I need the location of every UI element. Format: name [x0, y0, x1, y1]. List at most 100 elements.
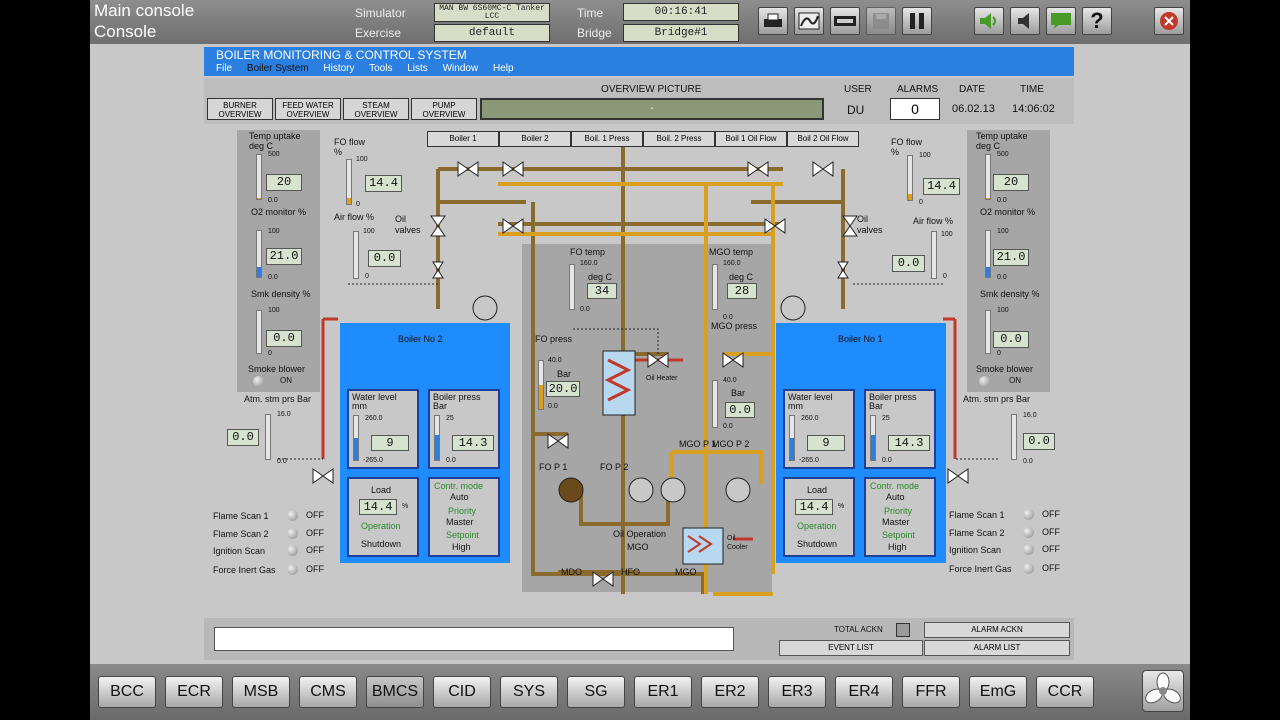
menu-file[interactable]: File	[216, 63, 232, 74]
right-temp-uptake-label: Temp uptake deg C	[976, 131, 1028, 151]
right-atm-value: 0.0	[1023, 433, 1055, 450]
tab-boiler-2-press[interactable]: Boil. 2 Press	[643, 131, 715, 147]
left-smk-value: 0.0	[266, 330, 302, 347]
left-air-flow-min: 0	[365, 273, 369, 280]
boiler-2-contr-value: Auto	[450, 492, 469, 502]
nav-ecr[interactable]: ECR	[165, 676, 223, 708]
feed-water-overview-button[interactable]: FEED WATER OVERVIEW	[275, 98, 341, 120]
nav-emg[interactable]: EmG	[969, 676, 1027, 708]
right-air-flow-label: Air flow %	[913, 216, 954, 226]
left-atm-bar	[265, 414, 271, 460]
display-button[interactable]	[830, 7, 860, 35]
nav-er4[interactable]: ER4	[835, 676, 893, 708]
pause-button[interactable]	[902, 7, 932, 35]
time-label: Time	[577, 6, 604, 20]
nav-er1[interactable]: ER1	[634, 676, 692, 708]
sound-on-button[interactable]	[974, 7, 1004, 35]
mute-button[interactable]	[1010, 7, 1040, 35]
nav-er2[interactable]: ER2	[701, 676, 759, 708]
boiler-2-contr-label: Contr. mode	[434, 481, 484, 491]
left-force-inert-gas-indicator	[287, 564, 298, 575]
alarm-ackn-button[interactable]: ALARM ACKN	[924, 622, 1070, 638]
boiler-2-operation-label: Operation	[361, 521, 401, 531]
exercise-label: Exercise	[355, 26, 402, 40]
close-button[interactable]	[1154, 7, 1184, 35]
nav-er3[interactable]: ER3	[768, 676, 826, 708]
nav-msb[interactable]: MSB	[232, 676, 290, 708]
system-title-bar: BOILER MONITORING & CONTROL SYSTEM	[204, 47, 1074, 63]
menu-boiler-system[interactable]: Boiler System	[247, 63, 309, 74]
pump-overview-button[interactable]: PUMP OVERVIEW	[411, 98, 477, 120]
boiler-1-water-level: Water level mm 260.0 9 -265.0	[783, 389, 855, 469]
fo-press-min: 0.0	[548, 403, 558, 410]
boiler-2-water-level: Water level mm 260.0 9 -265.0	[347, 389, 419, 469]
right-force-inert-gas-indicator	[1023, 563, 1034, 574]
nav-ccr[interactable]: CCR	[1036, 676, 1094, 708]
alarm-list-button[interactable]: ALARM LIST	[924, 640, 1070, 656]
menu-help[interactable]: Help	[493, 63, 514, 74]
boiler-1-priority-label: Priority	[884, 506, 913, 516]
left-smk-label: Smk density %	[251, 289, 311, 299]
nav-sys[interactable]: SYS	[500, 676, 558, 708]
left-force-inert-gas-label: Force Inert Gas	[213, 565, 276, 575]
nav-sg[interactable]: SG	[567, 676, 625, 708]
menu-window[interactable]: Window	[443, 63, 479, 74]
right-fo-flow-min: 0	[919, 199, 923, 206]
mgo-press-min: 0.0	[723, 423, 733, 430]
left-ignition-scan-indicator	[287, 545, 298, 556]
tab-boiler-2-oil-flow[interactable]: Boil 2 Oil Flow	[787, 131, 859, 147]
time-header-label: TIME	[1020, 84, 1044, 95]
right-air-flow-bar	[931, 231, 937, 279]
right-smoke-blower-state: ON	[1009, 376, 1021, 385]
right-oil-valves-label: Oil valves	[857, 214, 883, 235]
boiler-2-priority-label: Priority	[448, 506, 477, 516]
left-smk-max: 100	[268, 307, 280, 314]
left-temp-uptake-value: 20	[266, 174, 302, 191]
fo-temp-value: 34	[587, 283, 617, 299]
steam-overview-button[interactable]: STEAM OVERVIEW	[343, 98, 409, 120]
right-temp-uptake-min: 0.0	[997, 197, 1007, 204]
nav-cms[interactable]: CMS	[299, 676, 357, 708]
boiler-2-load-label: Load	[371, 485, 392, 495]
boiler-2-press-max: 25	[446, 415, 454, 422]
mgo-temp-max: 160.0	[723, 260, 741, 267]
left-air-flow-label: Air flow %	[334, 212, 375, 222]
menu-lists[interactable]: Lists	[407, 63, 428, 74]
boiler-2-press-value: 14.3	[452, 435, 494, 451]
nav-ffr[interactable]: FFR	[902, 676, 960, 708]
tab-boiler-1-press[interactable]: Boil. 1 Press	[571, 131, 643, 147]
boiler-2-press-bar	[434, 415, 440, 461]
date-value: 06.02.13	[952, 103, 995, 115]
user-value: DU	[847, 103, 865, 117]
total-ackn-checkbox[interactable]	[896, 623, 910, 637]
menu-history[interactable]: History	[323, 63, 354, 74]
propeller-button[interactable]	[1142, 670, 1184, 712]
right-temp-uptake-max: 500	[997, 151, 1009, 158]
boiler-2-pressure: Boiler press Bar 25 14.3 0.0	[428, 389, 500, 469]
nav-bcc[interactable]: BCC	[98, 676, 156, 708]
tab-boiler-1[interactable]: Boiler 1	[427, 131, 499, 147]
boiler-1-setpoint-label: Setpoint	[882, 530, 916, 540]
left-force-inert-gas-state: OFF	[306, 564, 324, 574]
left-o2-bar	[256, 230, 262, 278]
trend-button[interactable]	[794, 7, 824, 35]
fo-temp-bar	[569, 264, 575, 310]
nav-bmcs[interactable]: BMCS	[366, 676, 424, 708]
tab-boiler-2[interactable]: Boiler 2	[499, 131, 571, 147]
print-button[interactable]	[758, 7, 788, 35]
event-list-button[interactable]: EVENT LIST	[779, 640, 923, 656]
help-button[interactable]: ?	[1082, 7, 1112, 35]
menu-tools[interactable]: Tools	[369, 63, 392, 74]
save-button[interactable]	[866, 7, 896, 35]
tab-boiler-1-oil-flow[interactable]: Boil 1 Oil Flow	[715, 131, 787, 147]
left-o2-value: 21.0	[266, 248, 302, 265]
boiler-2-water-min: -265.0	[363, 457, 383, 464]
message-button[interactable]	[1046, 7, 1076, 35]
left-ignition-scan-state: OFF	[306, 545, 324, 555]
burner-overview-button[interactable]: BURNER OVERVIEW	[207, 98, 273, 120]
left-air-flow-max: 100	[363, 228, 375, 235]
speaker-mute-icon	[1018, 13, 1029, 29]
right-smk-value: 0.0	[993, 331, 1029, 348]
mgo-temp-value: 28	[727, 283, 757, 299]
nav-cid[interactable]: CID	[433, 676, 491, 708]
